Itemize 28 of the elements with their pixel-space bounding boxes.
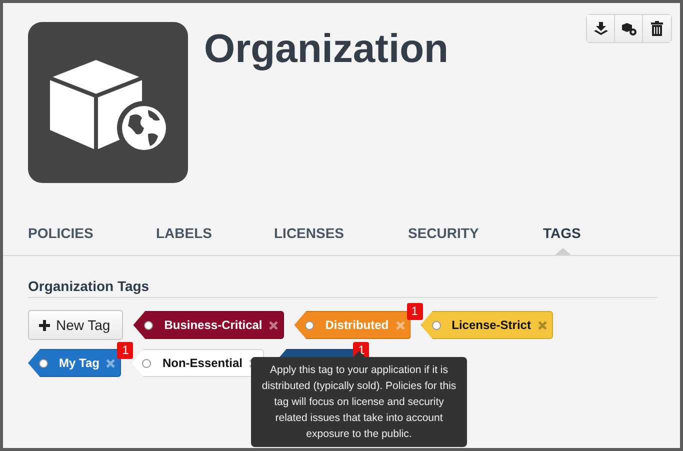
count-badge: 1 (117, 342, 134, 359)
new-tag-button[interactable]: New Tag (28, 310, 124, 340)
section-heading: Organization Tags (28, 278, 657, 298)
delete-button[interactable] (643, 15, 671, 42)
dot-icon (432, 320, 441, 330)
tab[interactable]: LICENSES (274, 221, 408, 255)
box-plus-icon (620, 22, 636, 36)
tag[interactable]: License-Strict (420, 311, 553, 339)
tab[interactable]: SECURITY (408, 221, 543, 255)
dot-icon (39, 358, 48, 368)
add-component-button[interactable] (615, 15, 643, 42)
page-title: Organization (204, 26, 448, 73)
tab[interactable]: POLICIES (28, 221, 156, 255)
download-button[interactable] (587, 15, 615, 42)
remove-icon[interactable] (538, 320, 547, 330)
tag[interactable]: Non-Essential (131, 349, 264, 377)
tag[interactable]: My Tag (28, 349, 122, 377)
tag[interactable]: Business-Critical (133, 311, 284, 339)
dot-icon (144, 320, 154, 330)
plus-icon (39, 320, 50, 330)
dot-icon (305, 320, 314, 330)
tooltip: Apply this tag to your application if it is distributed (typically sold). Policies for this tag will focus on license and security related issues that take into account exposure to the public. (251, 357, 467, 447)
dot-icon (142, 358, 152, 368)
download-icon (594, 22, 608, 36)
count-badge: 1 (406, 303, 423, 320)
tab[interactable]: LABELS (156, 221, 274, 255)
tab[interactable]: TAGS (543, 221, 583, 255)
trash-icon (651, 21, 663, 36)
